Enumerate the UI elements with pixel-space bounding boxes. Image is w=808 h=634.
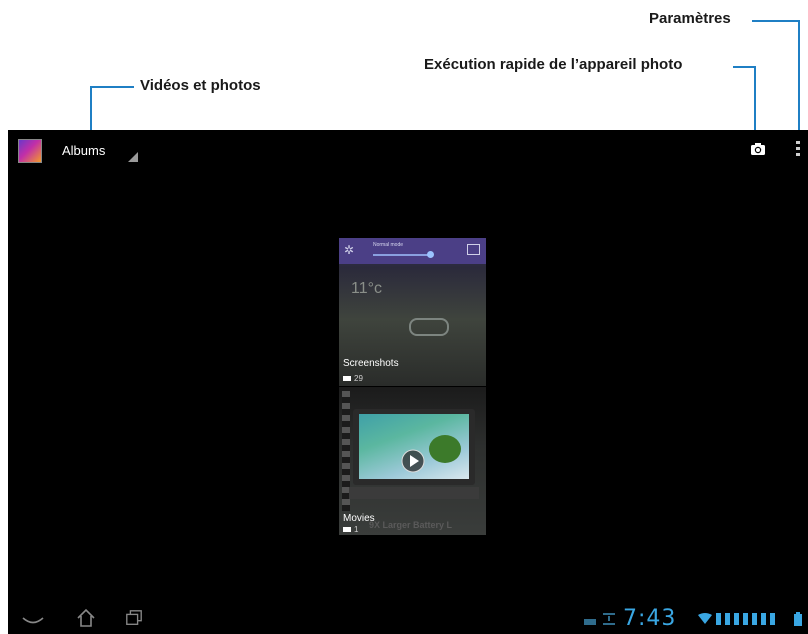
thumbnail-movie-caption: 9X Larger Battery L <box>369 520 453 530</box>
folder-icon <box>343 527 351 533</box>
thumbnail-keyboard-base <box>349 487 479 499</box>
thumbnail-weather-temp: 11°c <box>351 280 383 297</box>
keyboard-icon <box>584 619 596 625</box>
thumbnail-slider-knob <box>427 251 434 258</box>
dropdown-triangle-icon[interactable] <box>128 152 138 162</box>
thumbnail-tree <box>429 435 461 463</box>
album-name: Movies <box>343 513 375 524</box>
camera-icon[interactable] <box>750 141 766 157</box>
album-tile-movies[interactable]: 9X Larger Battery L Movies 1 <box>339 387 486 535</box>
wifi-icon <box>698 613 712 624</box>
overflow-menu-icon[interactable] <box>796 141 800 157</box>
album-count: 29 <box>343 374 363 383</box>
callout-camera-quick: Exécution rapide de l’appareil photo <box>424 56 683 73</box>
callout-settings: Paramètres <box>649 10 731 27</box>
callout-line-settings-h <box>752 20 800 22</box>
callout-line-camera-v <box>754 66 756 136</box>
notification-icons <box>716 613 778 625</box>
thumbnail-brightness-icon: ✲ <box>344 243 355 257</box>
callout-videos-photos: Vidéos et photos <box>140 77 261 94</box>
thumbnail-weather-cloud-icon <box>409 318 449 336</box>
recent-apps-icon[interactable] <box>124 609 144 627</box>
battery-icon <box>794 612 802 626</box>
callout-line-camera-h <box>733 66 756 68</box>
play-icon[interactable] <box>401 449 425 473</box>
thumbnail-slider-track <box>373 254 433 256</box>
download-icon <box>603 613 615 625</box>
album-count-value: 1 <box>354 525 359 534</box>
folder-icon <box>343 376 351 382</box>
status-clock[interactable]: 7:43 <box>623 606 676 631</box>
album-name: Screenshots <box>343 358 399 369</box>
album-count-value: 29 <box>354 374 363 383</box>
thumbnail-top-bar <box>339 238 486 264</box>
thumbnail-mode-label: Normal mode <box>373 242 404 248</box>
callout-line-videos-h <box>90 86 134 88</box>
gallery-app-icon[interactable] <box>18 139 42 163</box>
album-count: 1 <box>343 525 358 534</box>
thumbnail-settings-icon <box>467 244 480 255</box>
home-icon[interactable] <box>76 608 96 628</box>
back-icon[interactable] <box>22 616 44 626</box>
tablet-screen: Albums ✲ Normal mode 11°c Screenshots 29 <box>8 130 808 634</box>
album-view-selector[interactable]: Albums <box>62 143 105 158</box>
system-bar: 7:43 <box>8 604 808 634</box>
callout-line-settings-v <box>798 20 800 132</box>
album-tile-screenshots[interactable]: ✲ Normal mode 11°c Screenshots 29 <box>339 238 486 386</box>
action-bar: Albums <box>8 130 808 170</box>
